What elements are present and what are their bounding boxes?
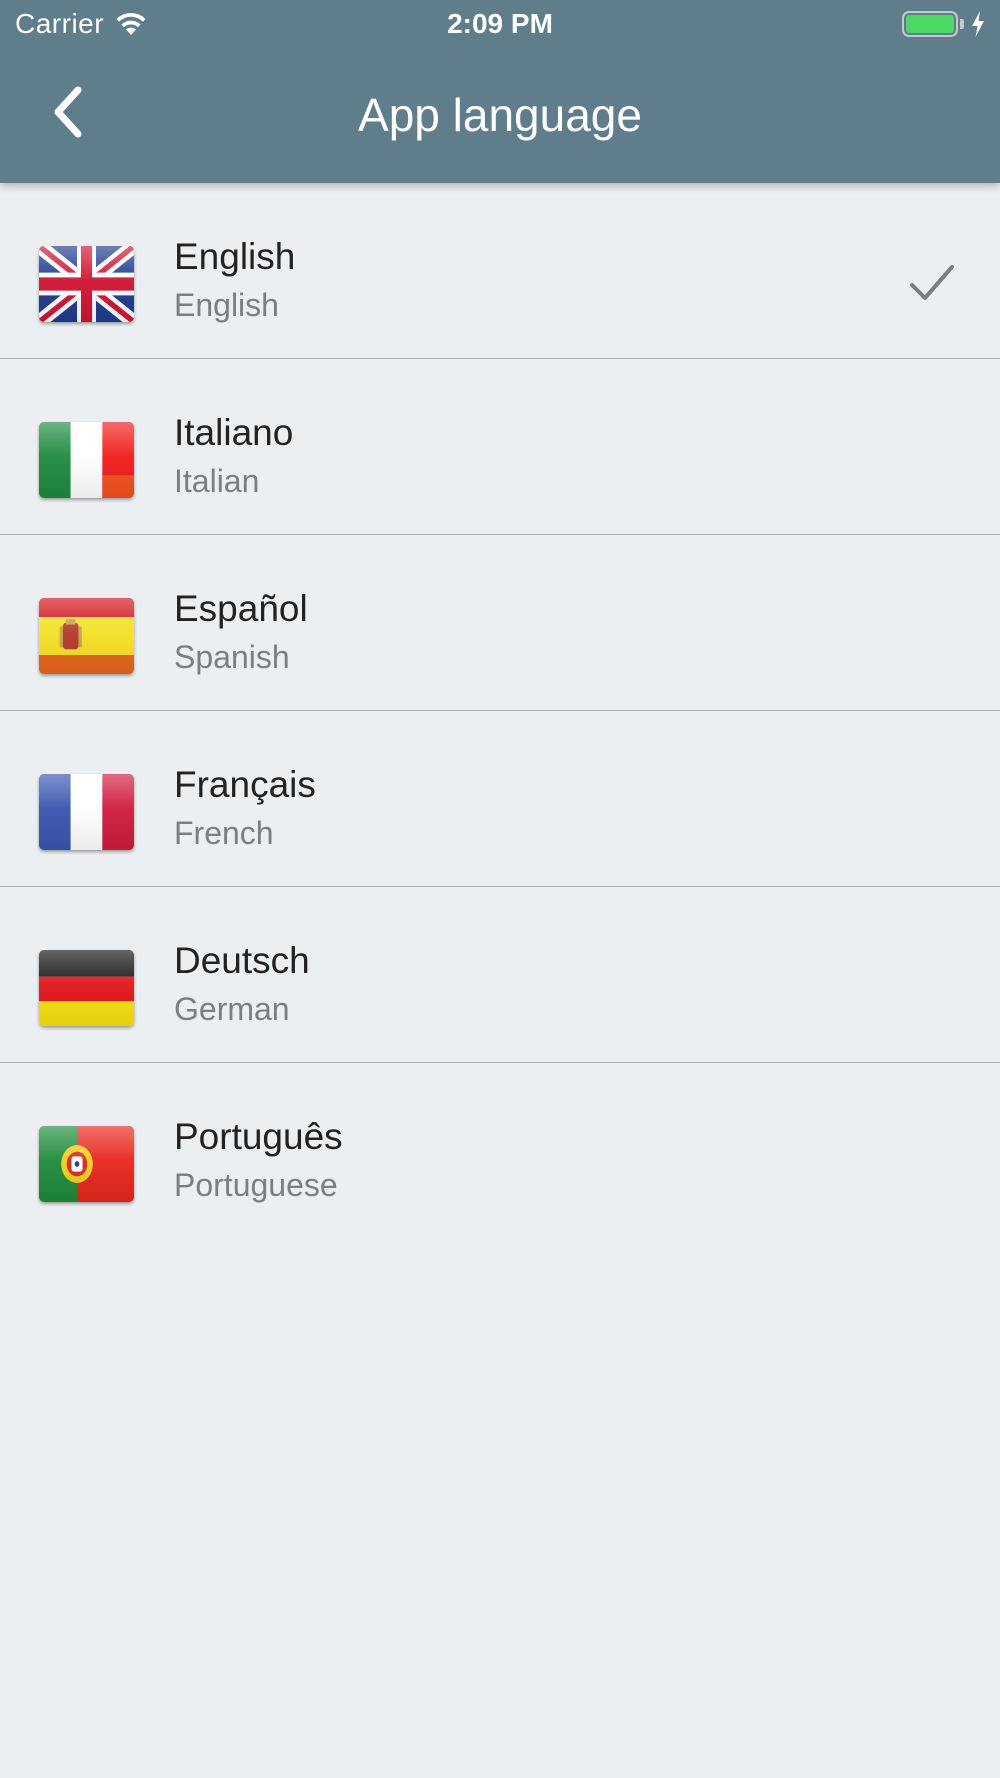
flag-italy-icon [39,422,134,498]
language-native-name: English [174,236,296,277]
page-title: App language [358,89,642,141]
language-english-name: Italian [174,463,260,499]
language-row-french[interactable]: Français French [0,711,1000,887]
battery-body [902,11,958,37]
language-english-name: English [174,287,279,323]
language-row-portuguese[interactable]: Português Portuguese [0,1063,1000,1239]
language-native-name: Deutsch [174,940,310,981]
battery-charging-icon [902,10,986,38]
language-native-name: Français [174,764,316,805]
language-english-name: Portuguese [174,1167,338,1203]
flag-portugal-icon [39,1126,134,1202]
battery-level-fill [906,15,954,33]
status-bar: Carrier 2:09 PM [0,0,1000,50]
language-row-german[interactable]: Deutsch German [0,887,1000,1063]
battery-tip [960,19,964,29]
checkmark-icon [910,265,954,300]
language-row-english[interactable]: English English [0,183,1000,359]
language-native-name: Português [174,1116,343,1157]
navigation-bar: App language [0,50,1000,183]
flag-france-icon [39,774,134,850]
app-header: Carrier 2:09 PM App language [0,0,1000,183]
charging-bolt-icon [972,11,984,37]
language-list: English English Italiano Italian Español… [0,183,1000,1239]
status-time: 2:09 PM [447,8,553,39]
language-english-name: Spanish [174,639,290,675]
language-english-name: French [174,815,274,851]
language-native-name: Italiano [174,412,294,453]
flag-spain-icon [39,598,134,674]
language-native-name: Español [174,588,308,629]
flag-germany-icon [39,950,134,1026]
flag-uk-icon [39,246,134,322]
language-english-name: German [174,991,290,1027]
language-row-spanish[interactable]: Español Spanish [0,535,1000,711]
language-row-italian[interactable]: Italiano Italian [0,359,1000,535]
